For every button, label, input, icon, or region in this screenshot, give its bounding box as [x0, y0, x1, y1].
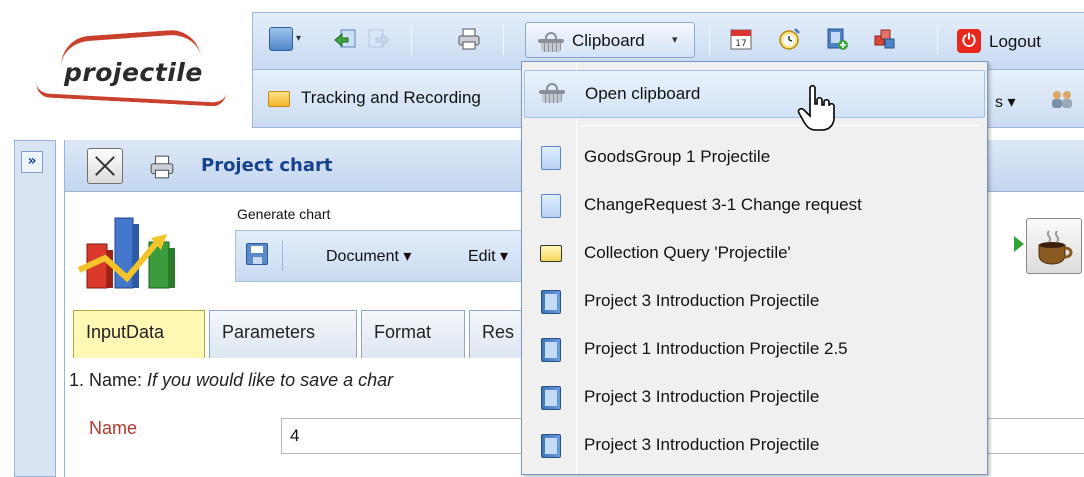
projectile-logo: projectile: [0, 0, 252, 130]
tab-results[interactable]: Res: [469, 310, 523, 358]
menu-item[interactable]: Collection Query 'Projectile': [524, 230, 985, 278]
toolbar-separator: [282, 241, 283, 271]
document-light-icon: [541, 146, 561, 170]
new-document-icon[interactable]: [825, 27, 849, 51]
document-dark-icon: [541, 386, 561, 410]
menu-item-label: ChangeRequest 3-1 Change request: [584, 195, 862, 214]
save-icon[interactable]: [246, 243, 268, 265]
menu-item-label: Open clipboard: [585, 84, 701, 103]
menu-item[interactable]: Project 3 Introduction Projectile: [524, 422, 985, 470]
generate-chart-label: Generate chart: [237, 206, 331, 222]
coffee-cup-icon: [1038, 230, 1073, 265]
forward-icon[interactable]: [367, 27, 391, 51]
document-menu[interactable]: Document ▾: [326, 246, 411, 266]
logout-power-icon[interactable]: ⏻: [957, 29, 981, 53]
logout-button[interactable]: Logout: [989, 32, 1041, 52]
menu-item-label: GoodsGroup 1 Projectile: [584, 147, 771, 166]
menu-item-label: Project 3 Introduction Projectile: [584, 435, 820, 454]
tracking-and-recording-menu[interactable]: Tracking and Recording: [301, 88, 481, 108]
toolbar-separator: [709, 25, 710, 55]
name-instruction: 1. Name: If you would like to save a cha…: [69, 370, 393, 391]
menu-item[interactable]: GoodsGroup 1 Projectile: [524, 134, 985, 182]
menu-item-label: Project 3 Introduction Projectile: [584, 387, 820, 406]
print-icon[interactable]: [457, 27, 481, 51]
menu-item[interactable]: Project 3 Introduction Projectile: [524, 278, 985, 326]
app-window: projectile ▾ Clipboard ▾ 17 ⏻ Logout Tra…: [0, 0, 1084, 477]
name-instruction-prefix: 1. Name:: [69, 370, 148, 390]
clipboard-basket-icon: [538, 32, 564, 52]
menu-item-label: Collection Query 'Projectile': [584, 243, 791, 262]
toolbar-separator: [503, 25, 504, 55]
close-icon[interactable]: [87, 148, 123, 184]
cubes-icon[interactable]: [873, 27, 897, 51]
toolbar-separator: [411, 25, 412, 55]
menu-item[interactable]: Project 1 Introduction Projectile 2.5: [524, 326, 985, 374]
clipboard-dropdown-menu: Open clipboard GoodsGroup 1 Projectile C…: [521, 61, 988, 475]
tab-inputdata[interactable]: InputData: [73, 310, 205, 358]
chevron-down-icon: ▾: [672, 33, 678, 46]
menu-item-label: Project 1 Introduction Projectile 2.5: [584, 339, 848, 358]
toolbar-separator: [937, 25, 938, 55]
clipboard-button[interactable]: Clipboard ▾: [525, 22, 695, 58]
print-icon[interactable]: [149, 154, 175, 180]
window-layout-icon[interactable]: [269, 27, 293, 51]
tab-parameters[interactable]: Parameters: [209, 310, 357, 358]
svg-text:17: 17: [735, 39, 746, 49]
settings-menu[interactable]: s ▾: [995, 92, 1015, 112]
folder-icon: [268, 91, 290, 107]
alarm-clock-icon[interactable]: [777, 27, 801, 51]
document-dark-icon: [541, 290, 561, 314]
hand-cursor-icon: [797, 84, 835, 131]
menu-item-open-clipboard[interactable]: Open clipboard: [524, 70, 985, 118]
tab-format[interactable]: Format: [361, 310, 465, 358]
document-light-icon: [541, 194, 561, 218]
document-dark-icon: [541, 434, 561, 458]
document-dark-icon: [541, 338, 561, 362]
expand-sidebar-icon[interactable]: »: [21, 151, 43, 173]
collapsed-sidebar: »: [14, 140, 56, 477]
logo-text: projectile: [64, 58, 203, 87]
menu-item-label: Project 3 Introduction Projectile: [584, 291, 820, 310]
folder-icon: [540, 245, 562, 262]
menu-item[interactable]: Project 3 Introduction Projectile: [524, 374, 985, 422]
play-icon[interactable]: [1014, 236, 1024, 252]
clipboard-basket-icon: [539, 83, 565, 103]
people-icon[interactable]: [1049, 88, 1075, 110]
edit-menu[interactable]: Edit ▾: [468, 246, 508, 266]
menu-separator: [580, 125, 982, 126]
document-toolbar: Document ▾ Edit ▾: [235, 230, 525, 282]
coffee-button[interactable]: [1026, 218, 1082, 274]
menu-item[interactable]: ChangeRequest 3-1 Change request: [524, 182, 985, 230]
name-instruction-hint: If you would like to save a char: [147, 370, 394, 390]
clipboard-label: Clipboard: [572, 31, 645, 50]
panel-title: Project chart: [201, 155, 333, 176]
calendar-icon[interactable]: 17: [729, 27, 753, 51]
name-field-label: Name: [89, 418, 138, 438]
window-layout-caret-icon[interactable]: ▾: [296, 33, 301, 44]
chart-logo-icon: [75, 204, 235, 294]
back-icon[interactable]: [333, 27, 357, 51]
